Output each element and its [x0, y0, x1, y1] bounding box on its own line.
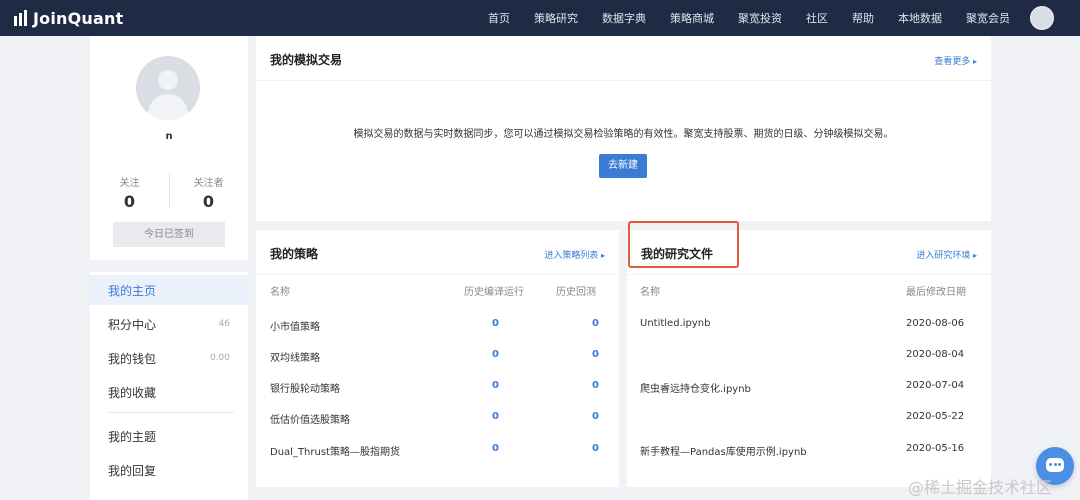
sidebar-item-points[interactable]: 积分中心 46: [90, 309, 248, 339]
profile-username: n: [165, 131, 173, 142]
panel-divider: [256, 80, 991, 81]
menu-divider: [108, 412, 234, 413]
column-header-runs: 历史编译运行: [464, 287, 524, 298]
nav-strategy-research[interactable]: 策略研究: [534, 10, 578, 26]
main-nav: 首页 策略研究 数据字典 策略商城 聚宽投资 社区 帮助 本地数据 聚宽会员: [464, 0, 1010, 36]
sidebar-item-label: 我的收藏: [108, 385, 157, 400]
signin-button[interactable]: 今日已签到: [113, 222, 225, 247]
research-file-date: 2020-05-22: [906, 411, 965, 422]
strategy-name[interactable]: 双均线策略: [270, 349, 320, 364]
following-label: 关注: [119, 178, 140, 189]
panel-divider: [256, 274, 619, 275]
strategy-name[interactable]: 小市值策略: [270, 318, 320, 333]
strategy-runs[interactable]: 0: [492, 349, 499, 360]
create-simulation-button[interactable]: 去新建: [599, 154, 647, 178]
points-count: 46: [218, 319, 230, 329]
highlight-box: [628, 221, 739, 268]
research-file-name[interactable]: 爬虫睿远持仓变化.ipynb: [640, 380, 751, 395]
simulation-panel: 我的模拟交易 查看更多 模拟交易的数据与实时数据同步，您可以通过模拟交易检验策略…: [256, 36, 991, 221]
nav-home[interactable]: 首页: [488, 10, 510, 26]
strategy-backtests[interactable]: 0: [592, 443, 599, 454]
sidebar-item-label: 我的主页: [108, 283, 157, 298]
nav-data-dictionary[interactable]: 数据字典: [602, 10, 646, 26]
profile-avatar[interactable]: [136, 56, 200, 120]
view-more-link[interactable]: 查看更多: [934, 54, 977, 67]
strategy-backtests[interactable]: 0: [592, 380, 599, 391]
research-file-name[interactable]: Untitled.ipynb: [640, 318, 710, 329]
sidebar-item-label: 积分中心: [108, 317, 157, 332]
column-header-name: 名称: [270, 287, 290, 298]
column-header-backtests: 历史回测: [556, 287, 596, 298]
logo-bars-icon: [14, 10, 27, 26]
sidebar-item-home[interactable]: 我的主页: [90, 275, 248, 305]
sidebar-item-favorites[interactable]: 我的收藏: [90, 377, 248, 407]
brand-logo[interactable]: JoinQuant: [14, 9, 123, 28]
sidebar-item-label: 我的钱包: [108, 351, 157, 366]
research-files-panel: 我的研究文件 进入研究环境 名称 最后修改日期 Untitled.ipynb 2…: [627, 230, 991, 487]
strategy-runs[interactable]: 0: [492, 318, 499, 329]
research-file-date: 2020-07-04: [906, 380, 965, 391]
column-header-name: 名称: [640, 287, 660, 298]
strategy-backtests[interactable]: 0: [592, 349, 599, 360]
research-file-date: 2020-05-16: [906, 443, 965, 454]
top-navbar: JoinQuant 首页 策略研究 数据字典 策略商城 聚宽投资 社区 帮助 本…: [0, 0, 1080, 36]
strategies-panel: 我的策略 进入策略列表 名称 历史编译运行 历史回测 小市值策略 0 0 双均线…: [256, 230, 619, 487]
profile-card: n 关注 0 关注者 0 今日已签到: [90, 36, 248, 260]
following-stat[interactable]: 关注 0: [90, 174, 169, 211]
user-avatar[interactable]: [1030, 6, 1054, 30]
nav-help[interactable]: 帮助: [852, 10, 874, 26]
research-file-date: 2020-08-04: [906, 349, 965, 360]
simulation-title: 我的模拟交易: [270, 53, 343, 67]
strategy-name[interactable]: Dual_Thrust策略—股指期货: [270, 443, 400, 458]
strategy-backtests[interactable]: 0: [592, 318, 599, 329]
followers-stat[interactable]: 关注者 0: [169, 174, 248, 211]
sidebar-menu: 我的主页 积分中心 46 我的钱包 0.00 我的收藏 我的主题 我的回复: [90, 272, 248, 500]
nav-membership[interactable]: 聚宽会员: [966, 10, 1010, 26]
strategy-runs[interactable]: 0: [492, 443, 499, 454]
avatar-body-icon: [148, 94, 188, 120]
sidebar-item-label: 我的主题: [108, 429, 157, 444]
followers-label: 关注者: [193, 178, 224, 189]
strategy-backtests[interactable]: 0: [592, 411, 599, 422]
research-env-link[interactable]: 进入研究环境: [916, 248, 977, 261]
sidebar-item-wallet[interactable]: 我的钱包 0.00: [90, 343, 248, 373]
strategy-list-link[interactable]: 进入策略列表: [544, 248, 605, 261]
strategies-title: 我的策略: [270, 247, 319, 261]
following-count: 0: [123, 192, 136, 211]
sidebar-item-label: 我的回复: [108, 463, 157, 478]
followers-count: 0: [202, 192, 215, 211]
strategy-runs[interactable]: 0: [492, 380, 499, 391]
column-header-modified: 最后修改日期: [906, 287, 966, 298]
strategy-name[interactable]: 低估价值选股策略: [270, 411, 350, 426]
sidebar-item-topics[interactable]: 我的主题: [90, 421, 248, 451]
research-file-date: 2020-08-06: [906, 318, 965, 329]
nav-strategy-store[interactable]: 策略商城: [670, 10, 714, 26]
brand-name: JoinQuant: [33, 8, 124, 28]
nav-community[interactable]: 社区: [806, 10, 828, 26]
nav-joinquant-invest[interactable]: 聚宽投资: [738, 10, 782, 26]
research-file-name[interactable]: 新手教程—Pandas库使用示例.ipynb: [640, 443, 807, 458]
simulation-description: 模拟交易的数据与实时数据同步，您可以通过模拟交易检验策略的有效性。聚宽支持股票、…: [353, 129, 894, 140]
nav-local-data[interactable]: 本地数据: [898, 10, 942, 26]
avatar-head-icon: [158, 70, 178, 90]
strategy-name[interactable]: 银行股轮动策略: [270, 380, 340, 395]
panel-divider: [627, 274, 991, 275]
strategy-runs[interactable]: 0: [492, 411, 499, 422]
wallet-balance: 0.00: [209, 353, 230, 363]
sidebar-item-replies[interactable]: 我的回复: [90, 455, 248, 485]
watermark: @稀土掘金技术社区: [908, 478, 1053, 497]
